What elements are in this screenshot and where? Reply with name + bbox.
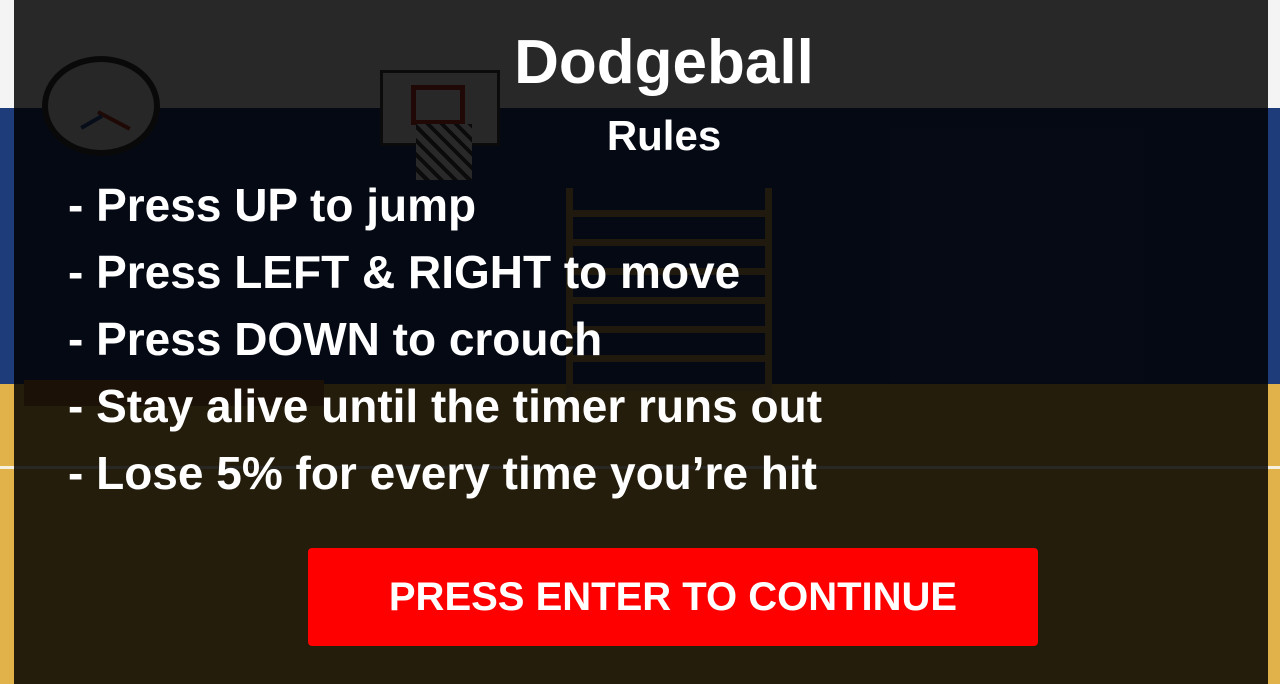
rule-item: - Stay alive until the timer runs out — [68, 380, 823, 432]
rule-item: - Press LEFT & RIGHT to move — [68, 246, 741, 298]
game-screen: Dodgeball Rules - Press UP to jump - Pre… — [0, 0, 1280, 684]
game-title: Dodgeball — [514, 28, 814, 97]
continue-button[interactable]: PRESS ENTER TO CONTINUE — [308, 548, 1038, 646]
rules-list: - Press UP to jump - Press LEFT & RIGHT … — [68, 172, 822, 507]
rules-heading: Rules — [606, 112, 722, 159]
rule-item: - Press DOWN to crouch — [68, 313, 603, 365]
rule-item: - Press UP to jump — [68, 179, 477, 231]
rule-item: - Lose 5% for every time you’re hit — [68, 447, 818, 499]
rules-overlay: Dodgeball Rules - Press UP to jump - Pre… — [14, 0, 1268, 684]
